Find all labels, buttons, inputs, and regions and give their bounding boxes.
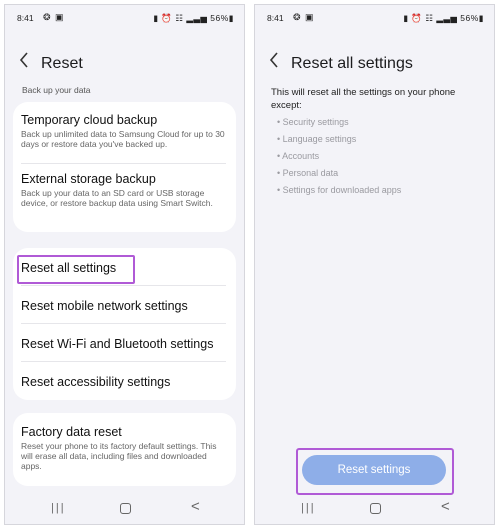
item-description: Reset your phone to its factory default …	[21, 441, 217, 471]
status-bar: 8:41 ❂ ▣ ▮ ⏰ ☷ ▂▃▅ 56%▮	[255, 5, 494, 27]
status-indicators: ▮ ⏰ ☷ ▂▃▅ 56%▮	[403, 13, 484, 23]
home-icon[interactable]	[120, 503, 131, 514]
back-arrow-icon[interactable]	[19, 52, 35, 74]
navigation-bar: ||| <	[255, 494, 494, 524]
list-item: • Personal data	[277, 168, 339, 178]
reset-wifi-bluetooth-item[interactable]: Reset Wi-Fi and Bluetooth settings	[21, 337, 213, 351]
item-title: Factory data reset	[21, 425, 122, 439]
item-description: Back up your data to an SD card or USB s…	[21, 188, 213, 208]
notification-icons: ❂ ▣	[293, 12, 315, 22]
status-time: 8:41	[17, 13, 34, 23]
list-item: • Security settings	[277, 117, 349, 127]
reset-description: This will reset all the settings on your…	[271, 87, 456, 111]
section-label: Back up your data	[22, 85, 91, 95]
reset-all-settings-screen: 8:41 ❂ ▣ ▮ ⏰ ☷ ▂▃▅ 56%▮ Reset all settin…	[254, 4, 495, 525]
list-item: • Settings for downloaded apps	[277, 185, 402, 195]
back-arrow-icon[interactable]	[269, 52, 285, 74]
status-time: 8:41	[267, 13, 284, 23]
item-description: Back up unlimited data to Samsung Cloud …	[21, 129, 225, 149]
reset-all-settings-item[interactable]: Reset all settings	[21, 261, 116, 275]
divider	[21, 361, 226, 362]
divider	[21, 285, 226, 286]
reset-settings-button[interactable]: Reset settings	[302, 455, 446, 485]
factory-reset-card: Factory data reset Reset your phone to i…	[13, 413, 236, 486]
page-title: Reset all settings	[291, 55, 413, 72]
divider	[21, 323, 226, 324]
home-icon[interactable]	[370, 503, 381, 514]
page-title: Reset	[41, 55, 83, 72]
list-item: • Accounts	[277, 151, 320, 161]
item-title: Temporary cloud backup	[21, 113, 158, 127]
reset-screen: 8:41 ❂ ▣ ▮ ⏰ ☷ ▂▃▅ 56%▮ Reset Back up yo…	[4, 4, 245, 525]
exception-list: • Security settings • Language settings …	[277, 117, 401, 202]
recent-apps-icon[interactable]: |||	[51, 502, 66, 514]
factory-data-reset-item[interactable]: Factory data reset Reset your phone to i…	[21, 425, 226, 471]
header: Reset	[5, 51, 244, 77]
status-indicators: ▮ ⏰ ☷ ▂▃▅ 56%▮	[153, 13, 234, 23]
back-icon[interactable]: <	[191, 498, 200, 515]
divider	[21, 163, 226, 164]
status-bar: 8:41 ❂ ▣ ▮ ⏰ ☷ ▂▃▅ 56%▮	[5, 5, 244, 27]
recent-apps-icon[interactable]: |||	[301, 502, 316, 514]
header: Reset all settings	[255, 51, 494, 77]
list-item: • Language settings	[277, 134, 357, 144]
backup-card: Temporary cloud backup Back up unlimited…	[13, 102, 236, 232]
reset-options-card: Reset all settings Reset mobile network …	[13, 248, 236, 400]
temporary-cloud-backup-item[interactable]: Temporary cloud backup Back up unlimited…	[21, 113, 226, 149]
reset-accessibility-item[interactable]: Reset accessibility settings	[21, 375, 170, 389]
back-icon[interactable]: <	[441, 498, 450, 515]
navigation-bar: ||| <	[5, 494, 244, 524]
item-title: External storage backup	[21, 172, 156, 186]
notification-icons: ❂ ▣	[43, 12, 65, 22]
external-storage-backup-item[interactable]: External storage backup Back up your dat…	[21, 172, 226, 208]
reset-mobile-network-item[interactable]: Reset mobile network settings	[21, 299, 188, 313]
